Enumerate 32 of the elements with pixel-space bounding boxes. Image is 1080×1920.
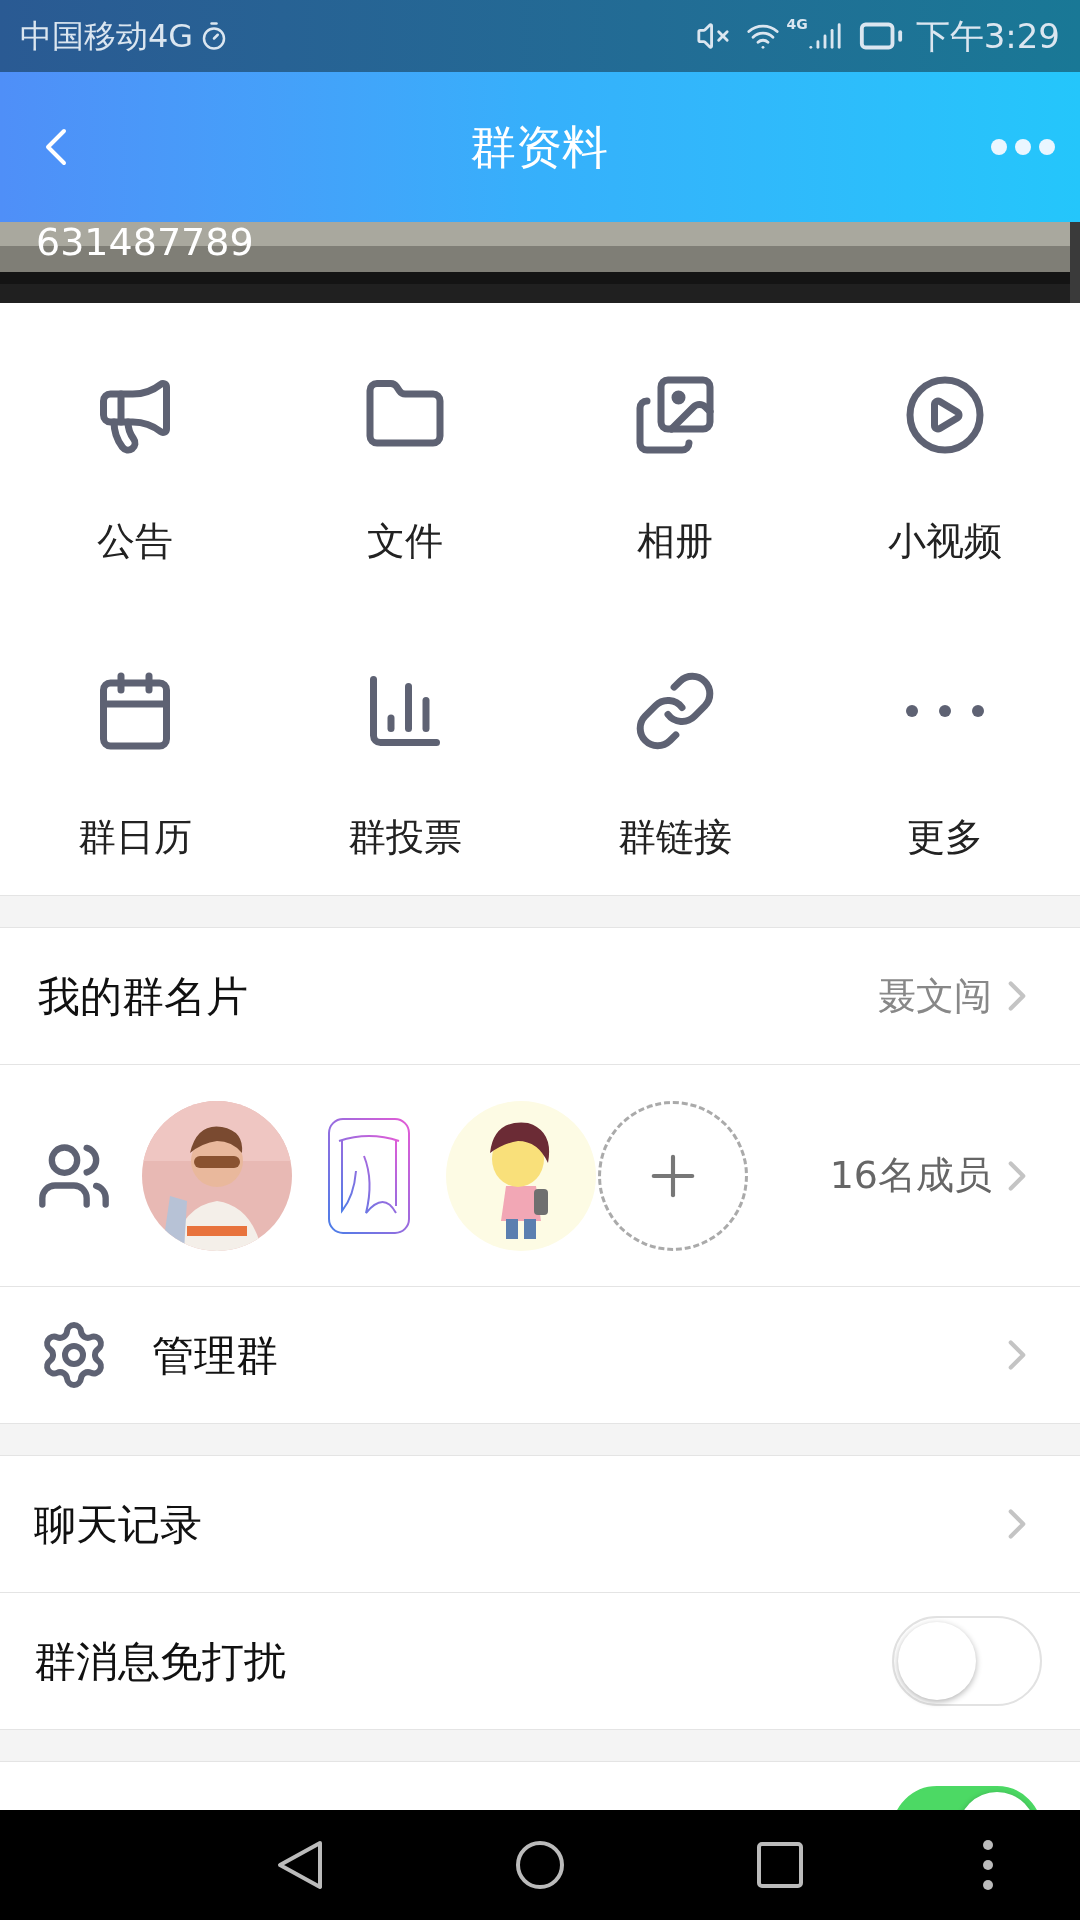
time-text: 下午3:29 bbox=[915, 14, 1060, 58]
feature-label: 文件 bbox=[367, 518, 443, 565]
feature-item[interactable]: 文件 bbox=[270, 303, 540, 599]
more-icon bbox=[905, 704, 985, 718]
row-value: 聂文闯 bbox=[878, 972, 992, 1020]
feature-label: 群投票 bbox=[348, 814, 462, 861]
feature-label: 群日历 bbox=[78, 814, 192, 861]
feature-label: 小视频 bbox=[888, 518, 1002, 565]
member-count: 16名成员 bbox=[829, 1152, 992, 1199]
feature-label: 公告 bbox=[97, 518, 173, 565]
page-title: 群资料 bbox=[470, 118, 608, 176]
recents-icon[interactable] bbox=[757, 1842, 803, 1888]
row-label: 聊天记录 bbox=[34, 1498, 203, 1551]
network-text: 4G bbox=[786, 15, 808, 34]
feature-item[interactable]: 小视频 bbox=[810, 303, 1080, 599]
feature-label: 更多 bbox=[907, 814, 983, 861]
feature-label: 群链接 bbox=[618, 814, 732, 861]
feature-label: 相册 bbox=[637, 518, 713, 565]
feature-item[interactable]: 公告 bbox=[0, 303, 270, 599]
feature-item[interactable]: 群投票 bbox=[270, 599, 540, 895]
feature-item[interactable]: 群链接 bbox=[540, 599, 810, 895]
feature-item[interactable]: 群日历 bbox=[0, 599, 270, 895]
feature-item[interactable]: 更多 bbox=[810, 599, 1080, 895]
back-icon[interactable] bbox=[276, 1839, 324, 1891]
row-label: 我的群名片 bbox=[38, 970, 249, 1023]
carrier-text: 中国移动4G bbox=[20, 16, 194, 57]
menu-icon[interactable] bbox=[980, 1838, 996, 1892]
row-label: 群消息免打扰 bbox=[34, 1635, 287, 1688]
group-number: 631487789 bbox=[36, 222, 254, 264]
feature-item[interactable]: 相册 bbox=[540, 303, 810, 599]
home-icon[interactable] bbox=[515, 1840, 565, 1890]
row-label: 管理群 bbox=[152, 1329, 279, 1382]
